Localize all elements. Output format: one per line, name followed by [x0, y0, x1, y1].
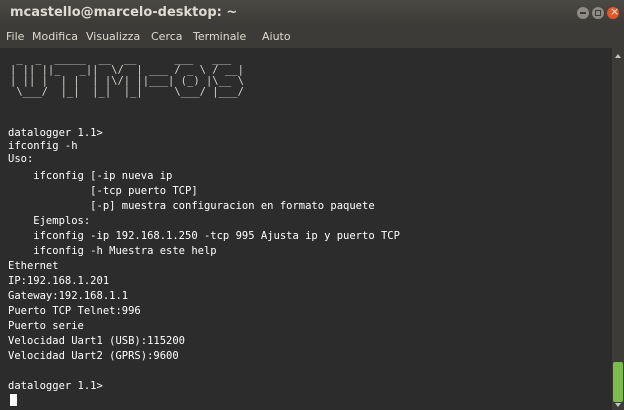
terminal-line: Uso: [8, 153, 34, 165]
maximize-button[interactable] [592, 7, 604, 19]
menu-file[interactable]: File [6, 30, 24, 43]
terminal-line: [-tcp puerto TCP] [8, 185, 198, 197]
menu-modifica[interactable]: Modifica [32, 30, 78, 43]
terminal-output[interactable]: _ _ _____ __ __ ___ ___ | || ||_ _|| \/ … [0, 48, 612, 410]
menu-terminale[interactable]: Terminale [193, 30, 246, 43]
terminal-line: Ethernet [8, 260, 59, 272]
scroll-down-arrow-icon[interactable] [615, 403, 621, 407]
text-cursor [10, 394, 17, 406]
terminal-window: mcastello@marcelo-desktop: ~ File Modifi… [0, 0, 624, 410]
terminal-line: datalogger 1.1> [8, 127, 103, 139]
terminal-prompt: datalogger 1.1> [8, 380, 103, 392]
vertical-scrollbar[interactable] [612, 48, 624, 410]
close-button[interactable] [607, 5, 619, 19]
terminal-line: Ejemplos: [8, 215, 91, 227]
terminal-line: Gateway:192.168.1.1 [8, 290, 129, 302]
title-bar[interactable]: mcastello@marcelo-desktop: ~ [0, 0, 624, 26]
scroll-up-arrow-icon[interactable] [615, 54, 621, 58]
terminal-line: Puerto TCP Telnet:996 [8, 305, 141, 317]
terminal-line: IP:192.168.1.201 [8, 275, 110, 287]
terminal-line: Puerto serie [8, 320, 84, 332]
menu-aiuto[interactable]: Aiuto [262, 30, 291, 43]
terminal-line: [-p] muestra configuracion en formato pa… [8, 200, 375, 212]
terminal-line: ifconfig [-ip nueva ip [8, 170, 173, 182]
minimize-button[interactable] [577, 7, 589, 19]
menu-cerca[interactable]: Cerca [151, 30, 183, 43]
terminal-line: Velocidad Uart2 (GPRS):9600 [8, 350, 179, 362]
window-title: mcastello@marcelo-desktop: ~ [10, 5, 238, 20]
menu-bar: File Modifica Visualizza Cerca Terminale… [0, 26, 624, 48]
terminal-line: Velocidad Uart1 (USB):115200 [8, 335, 186, 347]
scroll-thumb[interactable] [613, 362, 623, 402]
menu-visualizza[interactable]: Visualizza [86, 30, 140, 43]
ascii-logo: _ _ _____ __ __ ___ ___ | || ||_ _|| \/ … [10, 53, 244, 98]
terminal-line: ifconfig -ip 192.168.1.250 -tcp 995 Ajus… [8, 230, 400, 242]
terminal-line: ifconfig -h Muestra este help [8, 245, 217, 257]
terminal-line: ifconfig -h [8, 140, 78, 152]
